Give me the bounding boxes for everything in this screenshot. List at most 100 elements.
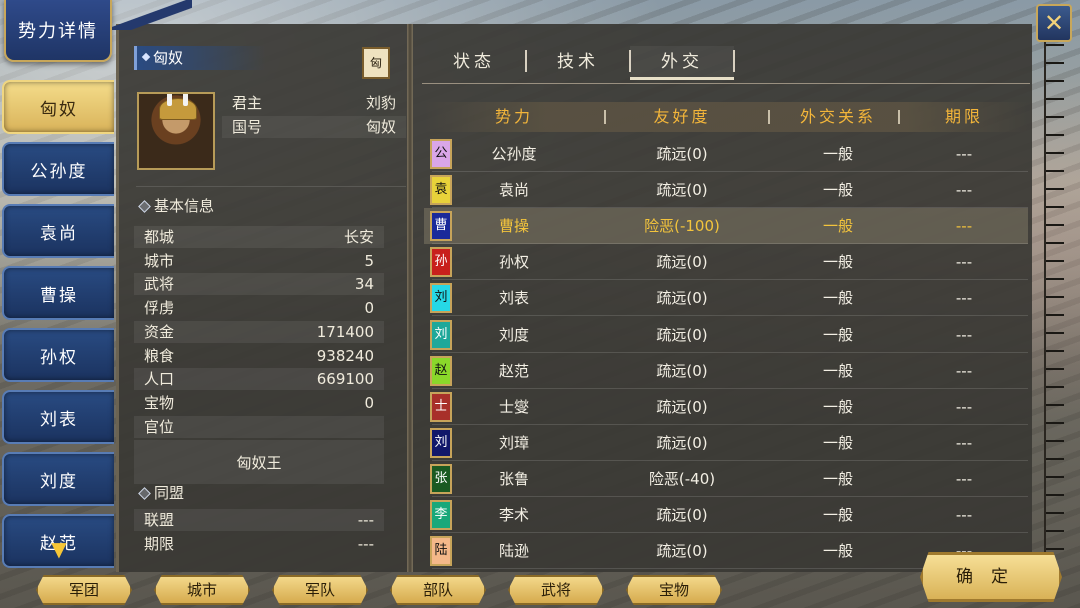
- stat-value: 669100: [316, 370, 374, 389]
- term-cell: ---: [955, 397, 973, 416]
- nav-button-5[interactable]: 宝物: [626, 575, 722, 605]
- column-header: 期限: [944, 107, 983, 126]
- portrait-feather: [167, 94, 172, 106]
- alliance-row: 联盟 ---: [134, 509, 384, 531]
- nav-button-4[interactable]: 武将: [508, 575, 604, 605]
- table-row[interactable]: 曹曹操 险恶(-100) 一般 ---: [424, 208, 1028, 245]
- stat-label: 人口: [144, 370, 175, 389]
- table-row[interactable]: 孙孙权 疏远(0) 一般 ---: [424, 244, 1028, 281]
- faction-name-cell: 士燮: [498, 397, 529, 416]
- stat-label: 城市: [144, 251, 175, 270]
- stat-value: 171400: [316, 322, 374, 341]
- stat-value: 0: [364, 299, 374, 318]
- term-cell: ---: [955, 145, 973, 163]
- relation-cell: 一般: [822, 397, 853, 416]
- table-row[interactable]: 张张鲁 险恶(-40) 一般 ---: [424, 461, 1028, 497]
- confirm-button[interactable]: 确定: [920, 552, 1062, 602]
- friendship-cell: 险恶(-40): [648, 469, 716, 488]
- friendship-cell: 疏远(0): [656, 506, 708, 524]
- faction-name-cell: 曹操: [498, 217, 529, 236]
- stat-label: 宝物: [144, 393, 175, 412]
- relation-cell: 一般: [822, 217, 853, 236]
- crossed-swords-icon: ✕: [1043, 9, 1065, 37]
- nav-button-2[interactable]: 军队: [272, 575, 368, 605]
- alliance-heading: 同盟: [136, 482, 406, 504]
- relation-cell: 一般: [822, 145, 853, 163]
- table-row[interactable]: 公公孙度 疏远(0) 一般 ---: [424, 136, 1028, 172]
- faction-name-cell: 赵范: [498, 361, 529, 380]
- term-cell: ---: [955, 289, 973, 308]
- table-row[interactable]: 李李术 疏远(0) 一般 ---: [424, 497, 1028, 533]
- alliance-row: 期限 ---: [134, 533, 384, 555]
- faction-tab-1[interactable]: 公孙度: [2, 142, 114, 196]
- official-title: 匈奴王: [134, 440, 384, 484]
- stat-label: 粮食: [144, 346, 175, 365]
- ruler-portrait: [137, 92, 215, 170]
- faction-tab-0[interactable]: 匈奴: [2, 80, 114, 134]
- faction-tab-4[interactable]: 孙权: [2, 328, 114, 382]
- faction-name-cell: 李术: [498, 506, 529, 524]
- friendship-cell: 疏远(0): [656, 181, 708, 200]
- table-row[interactable]: 刘刘表 疏远(0) 一般 ---: [424, 280, 1028, 317]
- faction-tab-3[interactable]: 曹操: [2, 266, 114, 320]
- table-row[interactable]: 士士燮 疏远(0) 一般 ---: [424, 389, 1028, 425]
- relation-cell: 一般: [822, 181, 853, 200]
- stat-row: 武将 34: [134, 273, 384, 296]
- friendship-cell: 疏远(0): [656, 253, 708, 272]
- stat-label: 官位: [144, 417, 175, 436]
- table-row[interactable]: 刘刘璋 疏远(0) 一般 ---: [424, 425, 1028, 461]
- relation-cell: 一般: [822, 325, 853, 344]
- stat-label: 资金: [144, 322, 175, 341]
- friendship-cell: 疏远(0): [656, 397, 708, 416]
- table-row[interactable]: 袁袁尚 疏远(0) 一般 ---: [424, 172, 1028, 209]
- faction-name-cell: 孙权: [498, 253, 529, 272]
- nav-button-0[interactable]: 军团: [36, 575, 132, 605]
- relation-cell: 一般: [822, 469, 853, 488]
- tab-separator: [733, 50, 735, 72]
- friendship-cell: 疏远(0): [656, 145, 708, 163]
- friendship-cell: 险恶(-100): [644, 217, 720, 236]
- nav-button-3[interactable]: 部队: [390, 575, 486, 605]
- stat-row: 俘虏 0: [134, 297, 384, 319]
- scroll-binding: [1044, 36, 1064, 556]
- close-button[interactable]: ✕: [1036, 4, 1072, 42]
- faction-tab-5[interactable]: 刘表: [2, 390, 114, 444]
- stat-value: 34: [354, 275, 374, 294]
- panel-divider: [407, 24, 413, 572]
- faction-name-cell: 张鲁: [498, 469, 529, 488]
- window-title: 势力详情: [18, 21, 98, 42]
- relation-cell: 一般: [822, 433, 853, 452]
- column-header: 友好度: [653, 107, 711, 126]
- stat-value: 938240: [316, 346, 374, 365]
- alliance-label: 期限: [144, 535, 175, 553]
- stat-row: 官位: [134, 415, 384, 438]
- stat-value: 0: [364, 393, 374, 412]
- faction-seal: 匈: [362, 47, 390, 79]
- tab-1[interactable]: 技术: [526, 46, 630, 80]
- table-row[interactable]: 刘刘度 疏远(0) 一般 ---: [424, 317, 1028, 353]
- relation-cell: 一般: [822, 253, 853, 272]
- tab-2[interactable]: 外交: [630, 46, 734, 80]
- friendship-cell: 疏远(0): [656, 361, 708, 380]
- nav-button-1[interactable]: 城市: [154, 575, 250, 605]
- faction-name-cell: 陆逊: [498, 542, 529, 561]
- faction-tab-2[interactable]: 袁尚: [2, 204, 114, 258]
- stat-row: 粮食 938240: [134, 345, 384, 367]
- table-row[interactable]: 赵赵范 疏远(0) 一般 ---: [424, 353, 1028, 389]
- tab-0[interactable]: 状态: [422, 46, 526, 80]
- stat-label: 俘虏: [144, 299, 175, 318]
- faction-name-cell: 刘度: [498, 325, 529, 344]
- chevron-down-icon[interactable]: ▼: [47, 539, 71, 559]
- bottom-nav: 军团 城市 军队 部队 武将 宝物: [0, 573, 1080, 608]
- stat-row: 人口 669100: [134, 368, 384, 391]
- ruler-label: 君主: [232, 94, 263, 112]
- stat-row: 都城 长安: [134, 226, 384, 248]
- faction-tab-6[interactable]: 刘度: [2, 452, 114, 506]
- country-row: 国号 匈奴: [222, 116, 406, 138]
- tab-bar: 状态 技术 外交: [422, 44, 1030, 84]
- relation-cell: 一般: [822, 506, 853, 524]
- friendship-cell: 疏远(0): [656, 433, 708, 452]
- term-cell: ---: [955, 361, 973, 380]
- alliance-value: ---: [357, 535, 374, 553]
- term-cell: ---: [955, 469, 973, 488]
